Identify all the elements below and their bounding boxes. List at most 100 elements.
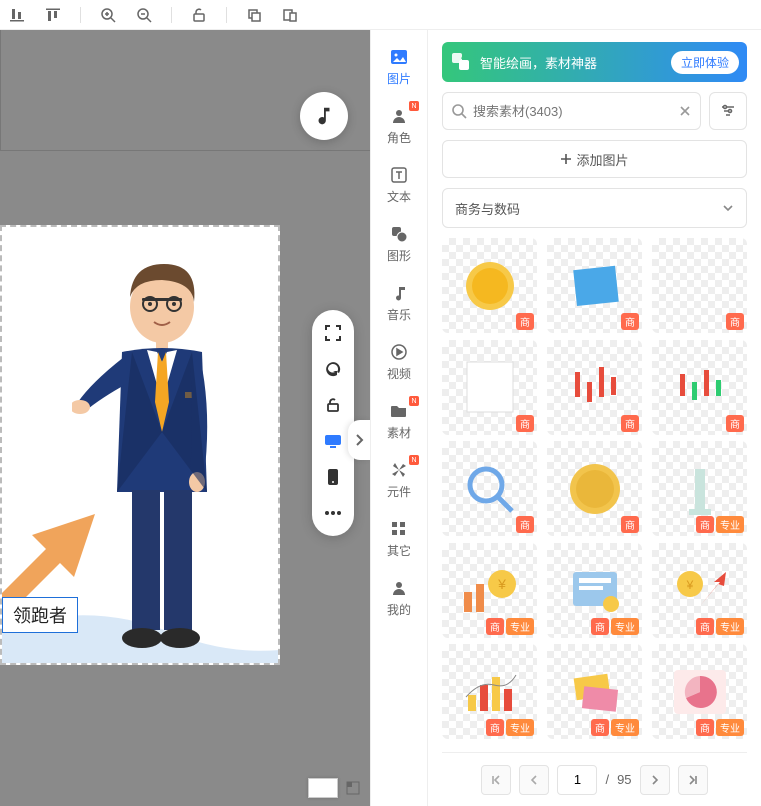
page-total: 95 xyxy=(617,772,631,787)
zoom-in-icon[interactable] xyxy=(99,6,117,24)
nav-label: 元件 xyxy=(387,483,411,500)
asset-blue-note[interactable]: 商 xyxy=(547,238,642,333)
device-desktop-icon[interactable] xyxy=(322,430,344,452)
new-badge: N xyxy=(409,101,419,111)
more-icon[interactable] xyxy=(322,502,344,524)
float-toolbar xyxy=(312,310,354,536)
nav-widget[interactable]: N 元件 xyxy=(371,453,427,506)
user-icon xyxy=(388,577,410,599)
align-bottom-icon[interactable] xyxy=(8,6,26,24)
device-mobile-icon[interactable] xyxy=(322,466,344,488)
asset-pie-chart[interactable]: 商专业 xyxy=(652,644,747,739)
text-icon xyxy=(388,164,410,186)
asset-blank[interactable]: 商 xyxy=(652,238,747,333)
asset-coin-arrow[interactable]: ¥商专业 xyxy=(652,543,747,638)
nav-music[interactable]: 音乐 xyxy=(371,276,427,329)
nav-label: 角色 xyxy=(387,129,411,146)
add-image-button[interactable]: 添加图片 xyxy=(442,140,747,178)
page-prev-button[interactable] xyxy=(519,765,549,795)
nav-image[interactable]: 图片 xyxy=(371,40,427,93)
svg-text:¥: ¥ xyxy=(685,578,693,592)
music-icon xyxy=(388,282,410,304)
fullscreen-icon[interactable] xyxy=(322,322,344,344)
nav-shape[interactable]: 图形 xyxy=(371,217,427,270)
audio-button[interactable] xyxy=(300,92,348,140)
canvas-area[interactable]: 领跑者 xyxy=(0,30,370,806)
ai-paint-icon: A xyxy=(450,51,472,73)
expand-thumbnails-icon[interactable] xyxy=(346,781,360,795)
align-top-icon[interactable] xyxy=(44,6,62,24)
nav-label: 其它 xyxy=(387,542,411,559)
page-next-button[interactable] xyxy=(640,765,670,795)
nav-character[interactable]: N 角色 xyxy=(371,99,427,152)
asset-gold-coin[interactable]: 商 xyxy=(442,238,537,333)
nav-label: 文本 xyxy=(387,188,411,205)
shape-icon xyxy=(388,223,410,245)
page-sep: / xyxy=(605,772,609,787)
person-icon xyxy=(388,105,410,127)
asset-magnifier[interactable]: 商 xyxy=(442,441,537,536)
asset-coin-flat[interactable]: 商 xyxy=(547,441,642,536)
asset-white-card[interactable]: 商 xyxy=(442,340,537,435)
promo-banner[interactable]: A 智能绘画，素材神器 立即体验 xyxy=(442,42,747,82)
page-thumbnail[interactable] xyxy=(308,778,338,798)
pager: / 95 xyxy=(442,752,747,806)
caption-text[interactable]: 领跑者 xyxy=(2,597,78,633)
add-image-label: 添加图片 xyxy=(576,150,628,169)
asset-bar-chart[interactable]: 商专业 xyxy=(442,644,537,739)
page-first-button[interactable] xyxy=(481,765,511,795)
canvas-frame[interactable]: 领跑者 xyxy=(0,225,280,665)
nav-label: 图片 xyxy=(387,70,411,87)
new-badge: N xyxy=(409,455,419,465)
asset-candlestick-mixed[interactable]: 商 xyxy=(652,340,747,435)
asset-tickets[interactable]: 商专业 xyxy=(547,644,642,739)
filter-button[interactable] xyxy=(709,92,747,130)
nav-label: 我的 xyxy=(387,601,411,618)
svg-text:¥: ¥ xyxy=(497,576,506,592)
search-input[interactable] xyxy=(473,104,672,119)
nav-mine[interactable]: 我的 xyxy=(371,571,427,624)
category-select[interactable]: 商务与数码 xyxy=(442,188,747,228)
nav-label: 视频 xyxy=(387,365,411,382)
top-toolbar xyxy=(0,0,761,30)
plus-icon xyxy=(560,153,572,165)
bottom-thumbnail-bar xyxy=(308,778,360,798)
promo-cta-button[interactable]: 立即体验 xyxy=(671,51,739,74)
page-last-button[interactable] xyxy=(678,765,708,795)
asset-receipt[interactable]: 商专业 xyxy=(547,543,642,638)
page-input[interactable] xyxy=(557,765,597,795)
search-box[interactable] xyxy=(442,92,701,130)
lock-icon[interactable] xyxy=(322,394,344,416)
svg-text:A: A xyxy=(461,55,465,61)
nav-video[interactable]: 视频 xyxy=(371,335,427,388)
rotate-icon[interactable] xyxy=(322,358,344,380)
pinwheel-icon xyxy=(388,459,410,481)
new-badge: N xyxy=(409,396,419,406)
clear-icon[interactable] xyxy=(678,104,692,118)
category-selected: 商务与数码 xyxy=(455,199,520,218)
nav-text[interactable]: 文本 xyxy=(371,158,427,211)
assets-grid: 商商商商商商商商商专业¥商专业商专业¥商专业商专业商专业商专业 xyxy=(442,238,747,742)
search-icon xyxy=(451,103,467,119)
side-nav: 图片 N 角色 文本 图形 音乐 视频 N 素材 N xyxy=(370,30,428,806)
zoom-out-icon[interactable] xyxy=(135,6,153,24)
asset-coins-chart[interactable]: ¥商专业 xyxy=(442,543,537,638)
unlock-icon[interactable] xyxy=(190,6,208,24)
asset-candlestick-red[interactable]: 商 xyxy=(547,340,642,435)
nav-label: 素材 xyxy=(387,424,411,441)
play-icon xyxy=(388,341,410,363)
promo-text: 智能绘画，素材神器 xyxy=(480,53,597,72)
nav-assets[interactable]: N 素材 xyxy=(371,394,427,447)
assets-panel: A 智能绘画，素材神器 立即体验 添加图片 商务与数码 商商商商商商商商商专业¥… xyxy=(428,30,761,806)
paste-icon[interactable] xyxy=(281,6,299,24)
grid-icon xyxy=(388,518,410,540)
copy-icon[interactable] xyxy=(245,6,263,24)
nav-label: 图形 xyxy=(387,247,411,264)
folder-icon xyxy=(388,400,410,422)
character-businessman[interactable] xyxy=(72,252,242,657)
filter-icon xyxy=(720,103,736,119)
chevron-down-icon xyxy=(722,204,734,212)
panel-collapse-handle[interactable] xyxy=(348,420,370,460)
asset-pillar[interactable]: 商专业 xyxy=(652,441,747,536)
nav-other[interactable]: 其它 xyxy=(371,512,427,565)
